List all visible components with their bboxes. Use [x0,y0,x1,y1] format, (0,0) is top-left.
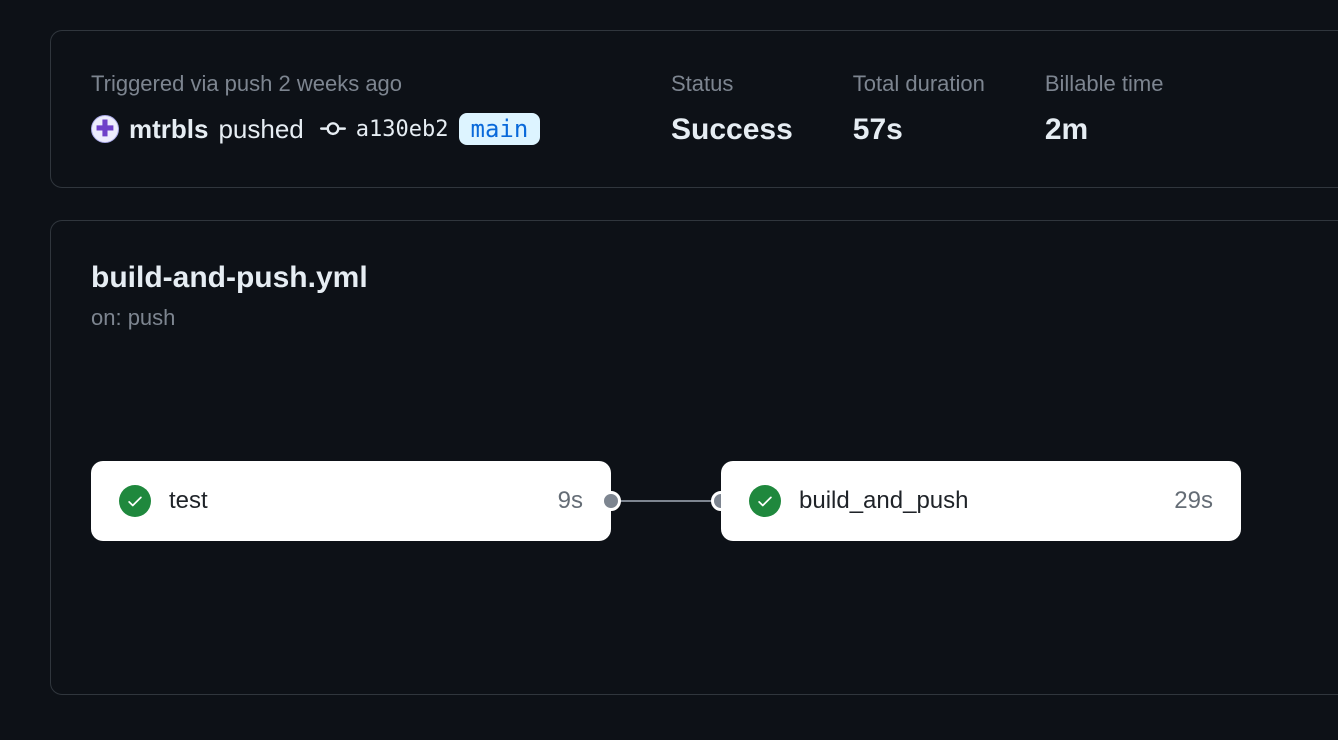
duration-column: Total duration 57s [853,71,985,147]
trigger-details: ✚ mtrbls pushed a130eb2 main [91,113,611,145]
duration-value: 57s [853,113,985,147]
billable-value: 2m [1045,113,1164,147]
commit-icon [320,116,346,142]
success-check-icon [749,485,781,517]
workflow-graph-card: build-and-push.yml on: push test 9s buil… [50,220,1338,695]
success-check-icon [119,485,151,517]
job-name: build_and_push [799,487,1156,515]
workflow-trigger-text: on: push [91,305,1298,331]
workflow-summary-card: Triggered via push 2 weeks ago ✚ mtrbls … [50,30,1338,188]
trigger-label: Triggered via push 2 weeks ago [91,71,611,97]
status-column: Status Success [671,71,793,147]
branch-badge[interactable]: main [459,113,541,145]
job-name: test [169,487,540,515]
duration-label: Total duration [853,71,985,97]
jobs-graph: test 9s build_and_push 29s [91,461,1298,541]
job-duration: 9s [558,487,583,515]
status-label: Status [671,71,793,97]
job-node-test[interactable]: test 9s [91,461,611,541]
action-text: pushed [218,114,303,145]
job-node-build-and-push[interactable]: build_and_push 29s [721,461,1241,541]
workflow-filename[interactable]: build-and-push.yml [91,261,1298,295]
billable-column: Billable time 2m [1045,71,1164,147]
job-duration: 29s [1174,487,1213,515]
status-value: Success [671,113,793,147]
actor-avatar[interactable]: ✚ [91,115,119,143]
actor-link[interactable]: mtrbls [129,114,208,145]
trigger-info: Triggered via push 2 weeks ago ✚ mtrbls … [91,71,611,147]
billable-label: Billable time [1045,71,1164,97]
commit-sha-link[interactable]: a130eb2 [356,117,449,142]
job-connector [611,500,721,502]
